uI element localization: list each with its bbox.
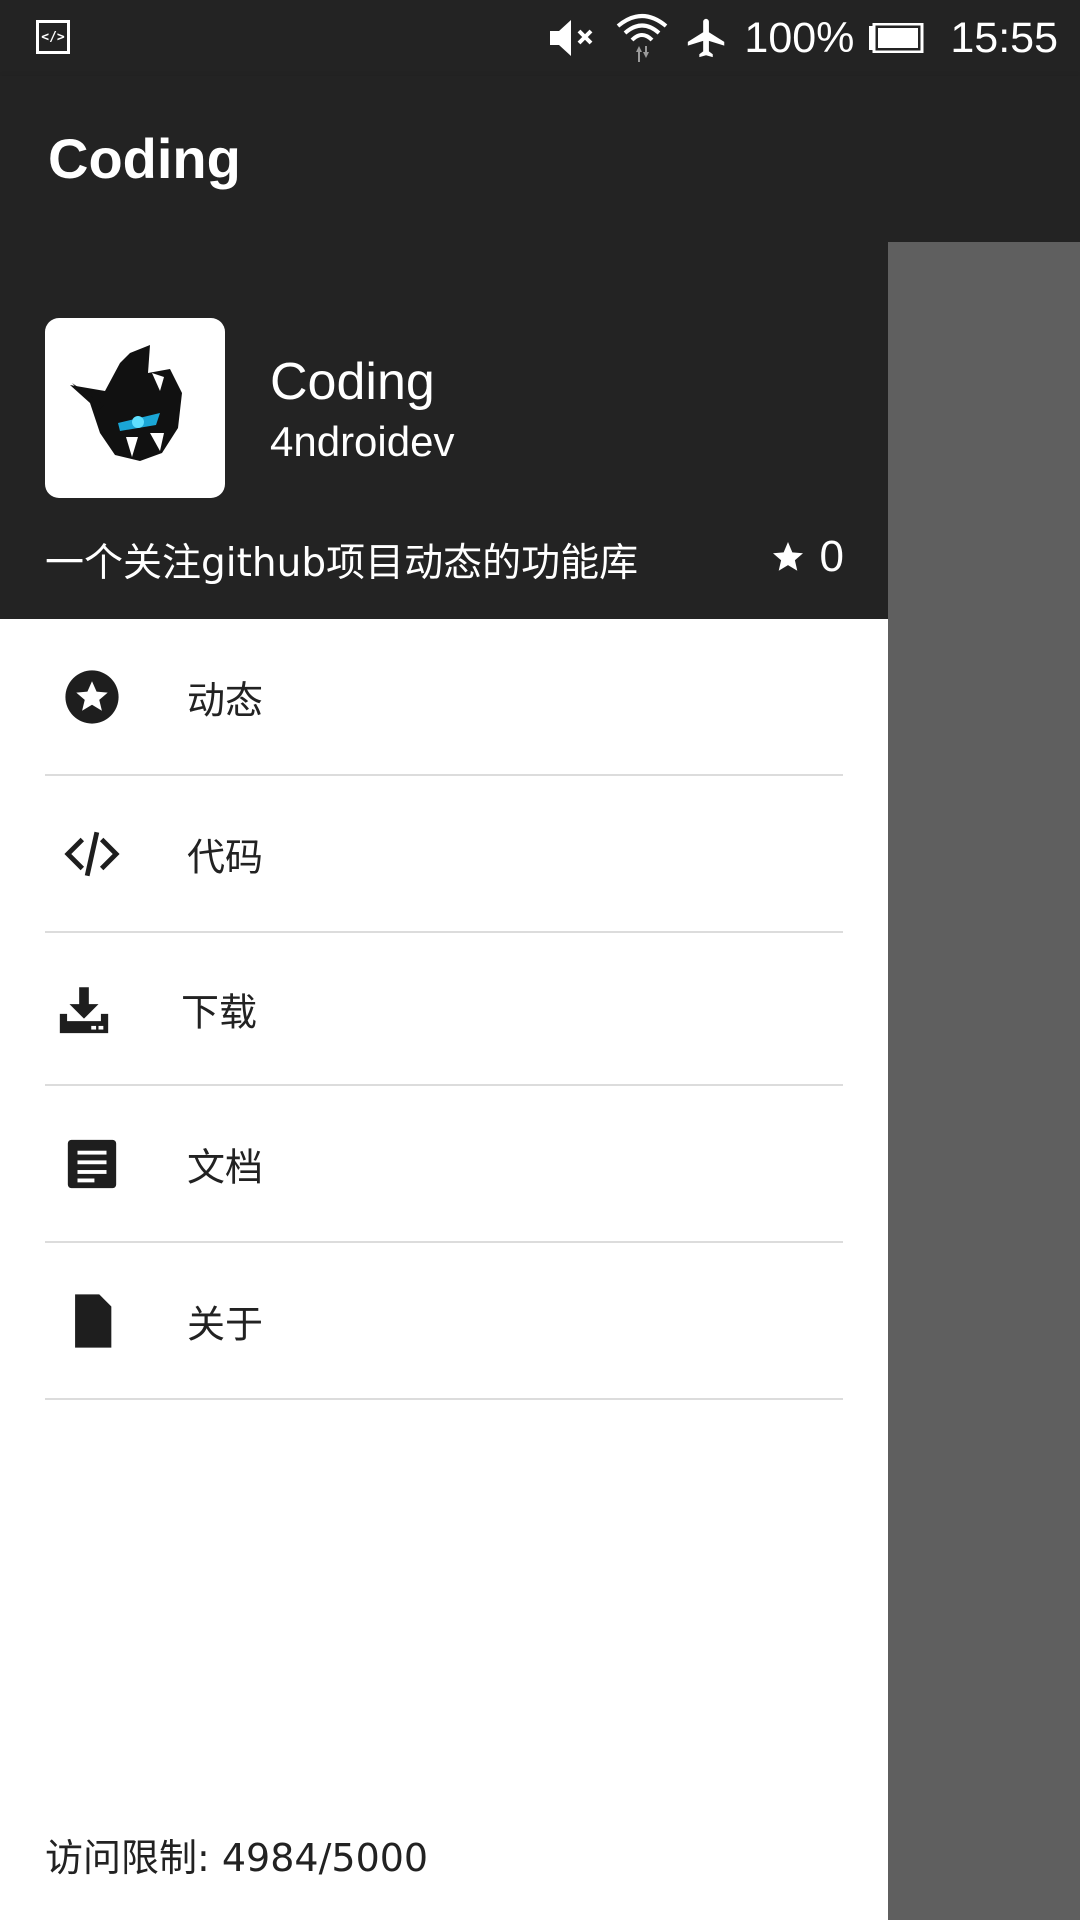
robot-head-logo-icon [70,345,182,461]
repo-owner: 4ndroidev [270,418,455,465]
rate-limit-text: 访问限制: 4984/5000 [45,1836,429,1880]
drawer-header: Coding 4ndroidev 一个关注github项目动态的功能库 0 [0,242,888,619]
menu-item-download[interactable]: 下载 [45,933,843,1086]
app-title: Coding [48,127,241,190]
code-app-icon: </> [36,20,70,54]
menu-label: 文档 [187,1145,264,1189]
app-bar: Coding [0,76,1080,242]
menu-label: 下载 [181,990,258,1034]
menu-label: 动态 [187,678,264,722]
clock: 15:55 [950,13,1058,62]
status-bar: </> 100% 15:55 [0,0,1080,76]
airplane-mode-icon [684,15,730,61]
menu-item-code[interactable]: 代码 [45,776,843,933]
star-counter: 0 [770,532,844,582]
navigation-drawer: Coding 4ndroidev 一个关注github项目动态的功能库 0 动态 [0,242,888,1920]
document-icon [63,1135,121,1193]
code-icon [63,825,121,883]
star-circle-icon [63,668,121,726]
menu-label: 代码 [187,835,264,879]
battery-percent: 100% [744,13,855,62]
mute-icon [546,16,600,60]
repo-description: 一个关注github项目动态的功能库 [45,541,639,586]
star-icon [772,542,803,571]
file-icon [63,1292,121,1350]
menu-item-about[interactable]: 关于 [45,1243,843,1400]
menu-item-activity[interactable]: 动态 [45,619,843,776]
star-count: 0 [819,532,844,581]
drawer-scrim[interactable] [888,242,1080,1920]
wifi-icon [614,12,670,64]
menu-item-docs[interactable]: 文档 [45,1086,843,1243]
repo-avatar[interactable] [45,318,225,498]
battery-icon [868,23,924,53]
drawer-menu: 动态 代码 下载 文档 关于 [0,619,888,1400]
download-icon [55,980,113,1038]
menu-label: 关于 [187,1302,264,1346]
repo-name: Coding [270,353,435,411]
